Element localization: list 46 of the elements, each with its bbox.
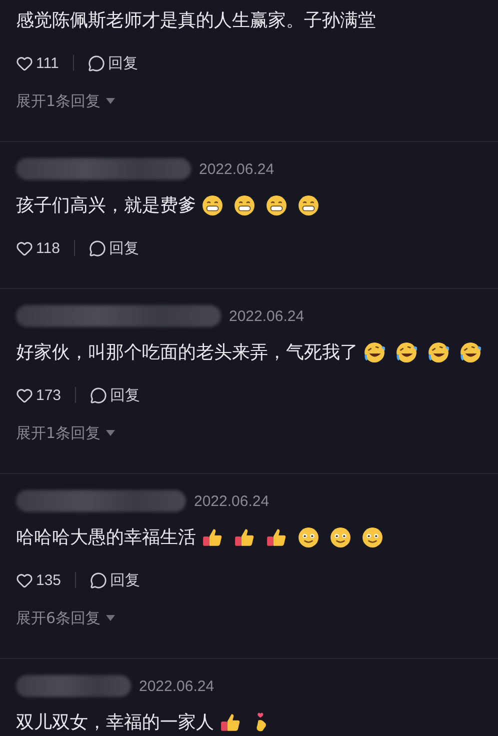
laughing-face-icon	[364, 342, 385, 362]
comment-text: 哈哈哈大愚的幸福生活	[16, 526, 196, 549]
smiling-face-icon	[298, 526, 319, 548]
reply-button[interactable]: 回复	[90, 570, 140, 590]
thumbs-up-icon	[220, 712, 241, 732]
comment-text: 双儿双女，幸福的一家人	[16, 711, 214, 734]
comment-date: 2022.06.24	[194, 492, 270, 510]
caret-icon	[106, 98, 115, 104]
like-button[interactable]: 173	[16, 386, 62, 404]
comment-text: 孩子们高兴，就是费爹	[16, 194, 196, 217]
like-button[interactable]: 135	[16, 572, 62, 588]
heart-icon	[16, 572, 33, 588]
comment-date: 2022.06.24	[139, 678, 214, 694]
comment-bubble-icon	[88, 240, 106, 256]
comment-bubble-icon	[90, 386, 108, 404]
heart-icon	[16, 386, 33, 404]
thumbs-up-icon	[234, 526, 255, 548]
thumbs-up-icon	[202, 526, 223, 548]
comment-bubble-icon	[88, 54, 105, 72]
thumbs-up-icon	[266, 526, 287, 548]
grinning-face-icon	[298, 194, 319, 216]
laughing-face-icon	[460, 342, 481, 362]
reply-button[interactable]: 回复	[88, 238, 139, 258]
caret-icon	[106, 615, 115, 621]
expand-replies-link[interactable]: 展开1条回复	[16, 88, 115, 114]
smiling-face-icon	[330, 526, 351, 548]
comment-date: 2022.06.24	[229, 308, 304, 324]
like-button[interactable]: 118	[16, 240, 60, 256]
laughing-face-icon	[396, 342, 417, 362]
smiling-face-icon	[362, 526, 383, 548]
caret-icon	[106, 430, 115, 436]
laughing-face-icon	[428, 342, 449, 362]
reply-button[interactable]: 回复	[90, 386, 140, 404]
comment-bubble-icon	[90, 572, 108, 588]
comment-text: 好家伙，叫那个吃面的老头来弄，气死我了	[16, 341, 358, 364]
heart-icon	[16, 54, 33, 72]
grinning-face-icon	[234, 194, 255, 216]
like-button[interactable]: 111	[16, 54, 59, 72]
grinning-face-icon	[202, 194, 223, 216]
comment-date: 2022.06.24	[199, 160, 274, 178]
grinning-face-icon	[266, 194, 287, 216]
expand-replies-link[interactable]: 展开6条回复	[16, 605, 115, 631]
comment-text: 感觉陈佩斯老师才是真的人生赢家。子孙满堂	[16, 9, 376, 32]
expand-replies-link[interactable]: 展开1条回复	[16, 420, 115, 446]
heart-icon	[16, 240, 33, 256]
reply-button[interactable]: 回复	[88, 54, 138, 72]
